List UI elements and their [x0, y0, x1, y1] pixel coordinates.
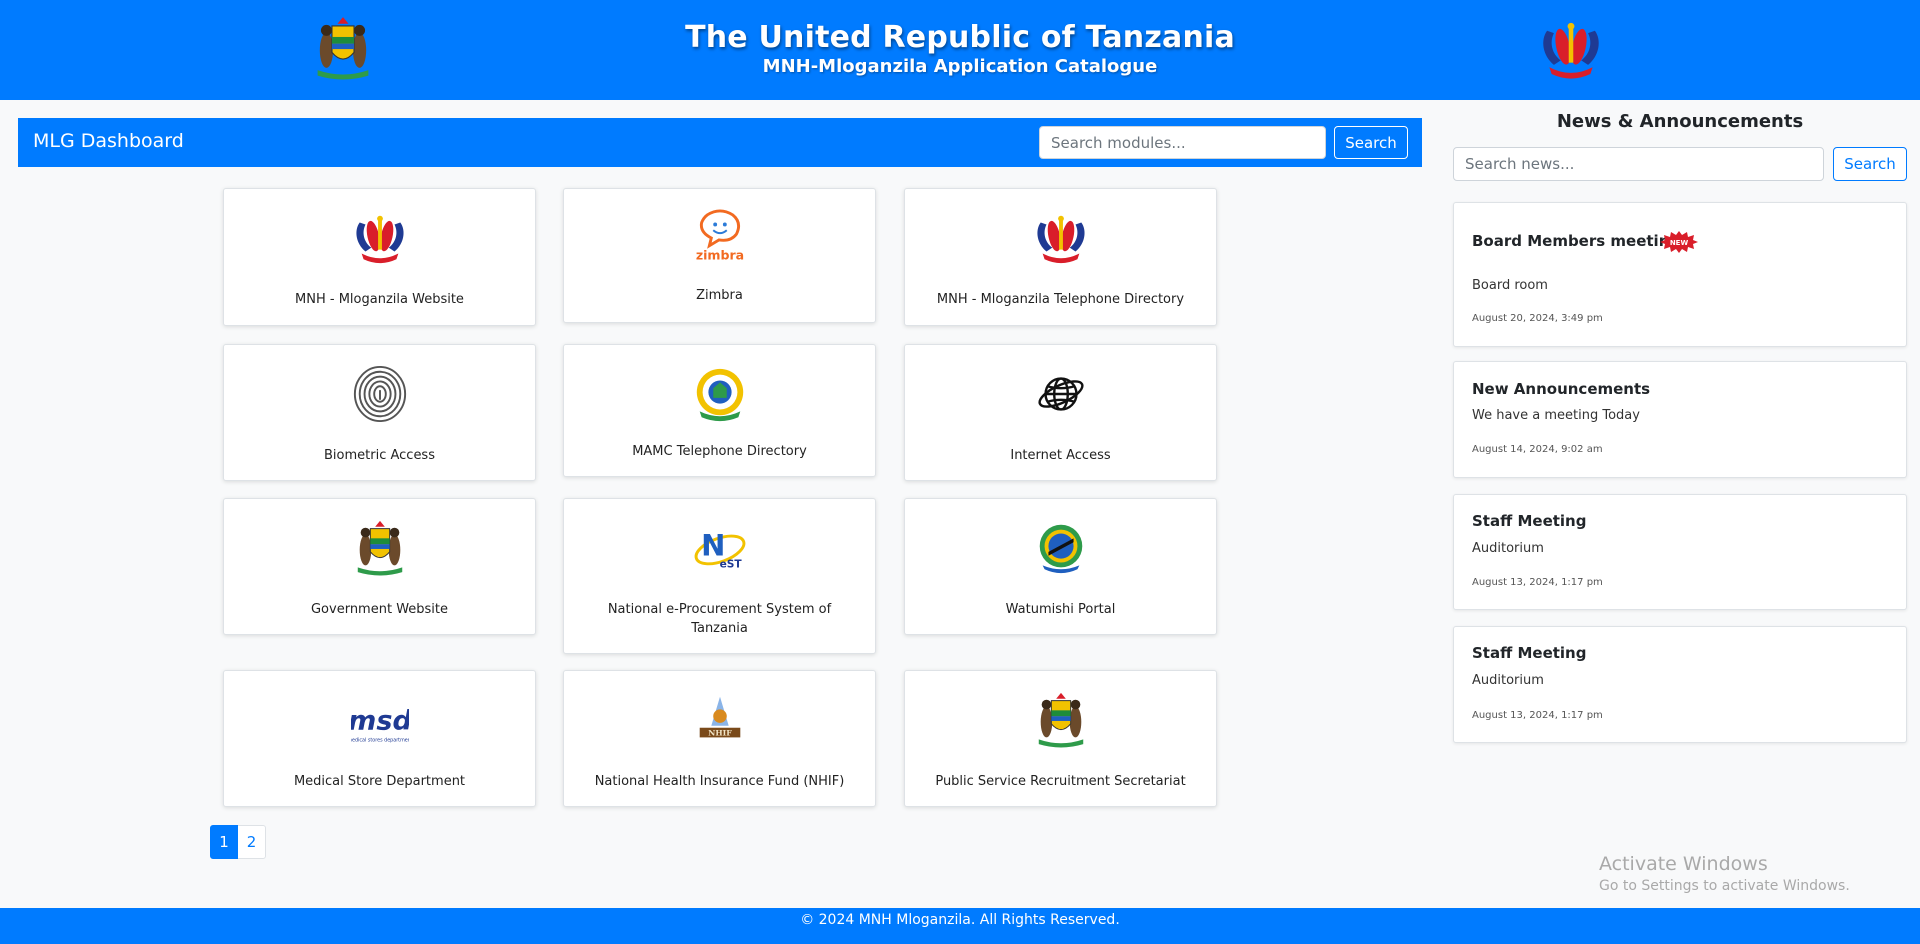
- module-card-label: Internet Access: [1010, 448, 1111, 463]
- news-item-body: Auditorium: [1472, 673, 1544, 688]
- watumishi-logo-icon: [1039, 524, 1082, 574]
- module-card-zimbra[interactable]: zimbra Zimbra: [563, 188, 876, 323]
- module-search-button[interactable]: Search: [1334, 126, 1408, 159]
- news-item-title: Staff Meeting: [1472, 512, 1587, 530]
- new-badge-label: NEW: [1670, 239, 1689, 247]
- news-item-date: August 20, 2024, 3:49 pm: [1472, 313, 1603, 324]
- module-card-nest[interactable]: N eST National e-Procurement System of T…: [563, 498, 876, 654]
- module-card-label: MNH - Mloganzila Telephone Directory: [936, 292, 1185, 307]
- svg-text:NHIF: NHIF: [708, 728, 732, 737]
- news-item-date: August 14, 2024, 9:02 am: [1472, 444, 1603, 455]
- module-card-government-website[interactable]: Government Website: [223, 498, 536, 635]
- news-item[interactable]: Board Members meeting NEW Board room Aug…: [1453, 202, 1907, 347]
- news-item-date: August 13, 2024, 1:17 pm: [1472, 710, 1603, 721]
- module-search-input[interactable]: [1039, 126, 1326, 159]
- module-card-label: MNH - Mloganzila Website: [295, 292, 464, 307]
- module-card-label: Public Service Recruitment Secretariat: [935, 774, 1186, 789]
- module-card-label: Medical Store Department: [293, 774, 466, 789]
- header-subtitle: MNH-Mloganzila Application Catalogue: [762, 56, 1158, 77]
- module-card-watumishi-portal[interactable]: Watumishi Portal: [904, 498, 1217, 635]
- news-heading: News & Announcements: [1556, 111, 1804, 132]
- page-link-2[interactable]: 2: [238, 825, 266, 859]
- mnh-logo-icon: [1036, 215, 1085, 264]
- mamc-logo-icon: [696, 368, 743, 422]
- globe-icon: [1037, 377, 1084, 411]
- module-card-medical-store-department[interactable]: msd medical stores department Medical St…: [223, 670, 536, 807]
- header-title: The United Republic of Tanzania: [685, 20, 1235, 55]
- module-card-mamc-telephone-directory[interactable]: MAMC Telephone Directory: [563, 344, 876, 477]
- module-card-label: Biometric Access: [324, 448, 435, 463]
- activation-watermark-text: Go to Settings to activate Windows.: [1599, 878, 1850, 894]
- pagination: 1 2: [210, 825, 266, 859]
- module-card-psrs[interactable]: Public Service Recruitment Secretariat: [904, 670, 1217, 807]
- news-item-title: Staff Meeting: [1472, 644, 1587, 662]
- module-card-internet-access[interactable]: Internet Access: [904, 344, 1217, 481]
- page-footer: © 2024 MNH Mloganzila. All Rights Reserv…: [0, 908, 1920, 944]
- news-item-title: New Announcements: [1472, 380, 1651, 398]
- coat-of-arms-icon: [356, 520, 403, 577]
- news-item-title: Board Members meeting: [1472, 232, 1681, 250]
- dashboard-title: MLG Dashboard: [33, 130, 184, 152]
- fingerprint-icon: [353, 365, 406, 423]
- svg-text:zimbra: zimbra: [695, 247, 743, 262]
- module-card-label: National e-Procurement System of Tanzani…: [607, 602, 832, 636]
- module-card-mnh-website[interactable]: MNH - Mloganzila Website: [223, 188, 536, 326]
- nest-logo-icon: N eST: [694, 529, 745, 570]
- page-link-1[interactable]: 1: [210, 825, 238, 859]
- module-card-mnh-telephone-directory[interactable]: MNH - Mloganzila Telephone Directory: [904, 188, 1217, 326]
- module-card-nhif[interactable]: NHIF National Health Insurance Fund (NHI…: [563, 670, 876, 807]
- mnh-logo-icon: [1543, 22, 1599, 79]
- news-item-body: We have a meeting Today: [1472, 408, 1640, 423]
- module-card-label: MAMC Telephone Directory: [632, 444, 807, 459]
- news-item[interactable]: New Announcements We have a meeting Toda…: [1453, 361, 1907, 478]
- svg-text:medical stores department: medical stores department: [351, 737, 409, 743]
- page-header: The United Republic of Tanzania MNH-Mlog…: [0, 0, 1920, 100]
- nhif-logo-icon: NHIF: [699, 696, 740, 737]
- news-search-input[interactable]: [1453, 147, 1824, 181]
- dashboard-bar: MLG Dashboard Search: [18, 118, 1422, 167]
- news-item[interactable]: Staff Meeting Auditorium August 13, 2024…: [1453, 626, 1907, 743]
- activation-watermark-title: Activate Windows: [1599, 853, 1768, 875]
- news-item[interactable]: Staff Meeting Auditorium August 13, 2024…: [1453, 494, 1907, 610]
- news-search-button[interactable]: Search: [1833, 147, 1907, 181]
- zimbra-logo-icon: zimbra: [695, 209, 744, 262]
- module-card-label: Zimbra: [696, 288, 743, 303]
- news-item-body: Auditorium: [1472, 541, 1544, 556]
- news-item-date: August 13, 2024, 1:17 pm: [1472, 577, 1603, 588]
- footer-copyright: © 2024 MNH Mloganzila. All Rights Reserv…: [800, 912, 1120, 928]
- msd-logo-icon: msd medical stores department: [351, 706, 409, 744]
- svg-text:msd: msd: [351, 706, 409, 737]
- mnh-logo-icon: [355, 215, 404, 264]
- svg-text:eST: eST: [719, 557, 742, 570]
- coat-of-arms-icon: [1037, 692, 1084, 749]
- news-item-body: Board room: [1472, 278, 1548, 293]
- module-card-label: Watumishi Portal: [1005, 602, 1116, 617]
- new-badge-icon: NEW: [1660, 231, 1698, 253]
- module-card-label: Government Website: [310, 602, 449, 617]
- module-card-label: National Health Insurance Fund (NHIF): [594, 774, 845, 789]
- module-card-biometric-access[interactable]: Biometric Access: [223, 344, 536, 481]
